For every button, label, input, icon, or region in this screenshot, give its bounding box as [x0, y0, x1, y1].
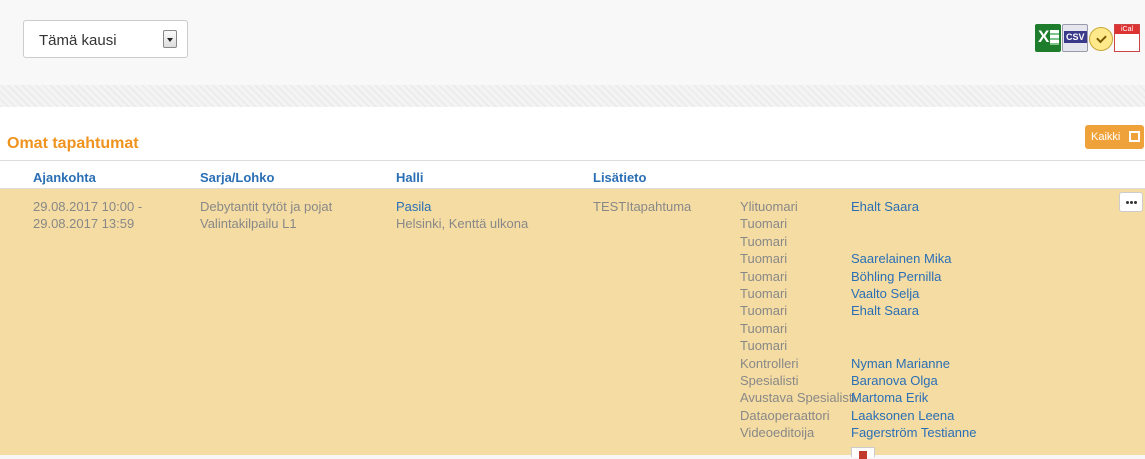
event-time-end: 29.08.2017 13:59: [33, 216, 135, 232]
event-time: 29.08.2017 10:00 - 29.08.2017 13:59: [33, 198, 142, 233]
official-role: Tuomari: [740, 268, 788, 284]
official-name-link[interactable]: Vaalto Selja: [851, 285, 977, 302]
calendar-subscribe-icon[interactable]: [1089, 27, 1113, 51]
official-role: Tuomari: [740, 233, 788, 249]
more-options-button[interactable]: [1119, 192, 1143, 212]
official-role: Tuomari: [740, 216, 788, 232]
official-role: Videoeditoija: [740, 425, 815, 441]
show-all-button[interactable]: Kaikki: [1085, 125, 1144, 149]
official-name-link[interactable]: Ehalt Saara: [851, 302, 977, 319]
official-name-link[interactable]: Ehalt Saara: [851, 198, 977, 215]
action-icon[interactable]: [851, 447, 875, 459]
event-info: TESTItapahtuma: [593, 199, 692, 214]
official-name-link[interactable]: Böhling Pernilla: [851, 268, 977, 285]
event-venue: Pasila Helsinki, Kenttä ulkona: [396, 198, 528, 233]
show-all-label: Kaikki: [1091, 131, 1121, 143]
official-role: Dataoperaattori: [740, 407, 830, 423]
column-header-time[interactable]: Ajankohta: [33, 170, 96, 185]
official-role: Tuomari: [740, 320, 788, 336]
official-role: Avustava Spesialisti: [740, 390, 856, 406]
venue-link[interactable]: Pasila: [396, 198, 528, 215]
season-select[interactable]: Tämä kausi: [23, 20, 188, 58]
divider-band: [0, 85, 1145, 107]
table-header: Ajankohta Sarja/Lohko Halli Lisätieto: [0, 160, 1145, 189]
event-series-name: Debytantit tytöt ja pojat: [200, 199, 333, 214]
column-header-info[interactable]: Lisätieto: [593, 170, 646, 185]
table-row: 29.08.2017 10:00 - 29.08.2017 13:59 Deby…: [0, 189, 1145, 459]
excel-export-icon[interactable]: [1035, 24, 1061, 52]
official-role: Tuomari: [740, 285, 788, 301]
ical-export-icon[interactable]: iCal: [1114, 24, 1140, 52]
ical-export-label: iCal: [1115, 25, 1139, 34]
event-block-name: Valintakilpailu L1: [200, 216, 297, 232]
official-name-link: [851, 215, 977, 232]
section-title: Omat tapahtumat: [7, 135, 139, 152]
filter-bar: Tämä kausi CSV iCal: [0, 0, 1145, 85]
official-name-link: [851, 233, 977, 250]
official-role: Ylituomari: [740, 199, 798, 214]
official-name-link[interactable]: Martoma Erik: [851, 389, 977, 406]
expand-icon: [1129, 131, 1140, 142]
season-select-value: Tämä kausi: [39, 32, 117, 49]
official-roles: Ylituomari Tuomari Tuomari Tuomari Tuomari Tu…: [740, 198, 855, 441]
column-header-venue[interactable]: Halli: [396, 170, 423, 185]
official-name-link[interactable]: Nyman Marianne: [851, 355, 977, 372]
chevron-down-icon[interactable]: [163, 30, 177, 48]
official-role: Tuomari: [740, 303, 788, 319]
official-role: Tuomari: [740, 251, 788, 267]
official-role: Tuomari: [740, 338, 788, 354]
official-name-link: [851, 337, 977, 354]
event-series: Debytantit tytöt ja pojat Valintakilpail…: [200, 198, 332, 233]
csv-export-icon[interactable]: CSV: [1062, 24, 1088, 52]
column-header-series[interactable]: Sarja/Lohko: [200, 170, 274, 185]
official-role: Kontrolleri: [740, 355, 799, 371]
official-name-link[interactable]: Laaksonen Leena: [851, 407, 977, 424]
export-toolbar: CSV iCal: [1035, 24, 1140, 52]
event-time-start: 29.08.2017 10:00 -: [33, 199, 143, 214]
events-panel: Omat tapahtumat Kaikki Ajankohta Sarja/L…: [0, 107, 1145, 459]
csv-export-label: CSV: [1064, 31, 1087, 43]
official-names: Ehalt Saara Saarelainen Mika Böhling Perni…: [851, 198, 977, 441]
official-name-link[interactable]: Saarelainen Mika: [851, 250, 977, 267]
venue-detail: Helsinki, Kenttä ulkona: [396, 216, 529, 232]
official-name-link: [851, 320, 977, 337]
official-role: Spesialisti: [740, 372, 799, 388]
official-name-link[interactable]: Baranova Olga: [851, 372, 977, 389]
official-name-link[interactable]: Fagerström Testianne: [851, 424, 977, 441]
